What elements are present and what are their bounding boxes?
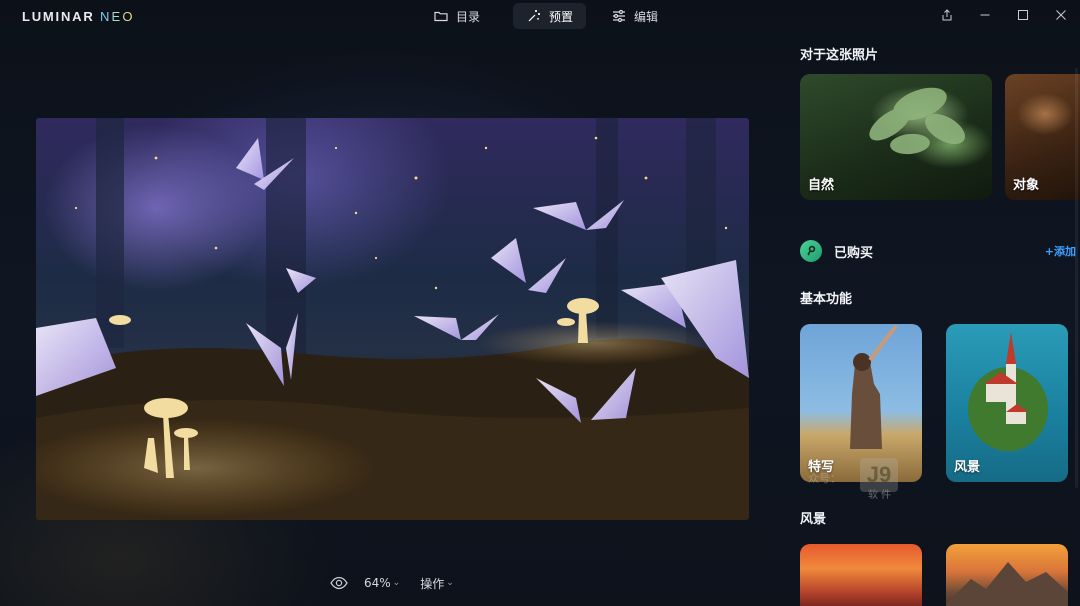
title-bar: LUMINAR NEO 目录 预置 编辑 — [0, 0, 1080, 32]
nav-edit[interactable]: 编辑 — [598, 3, 671, 29]
purchased-section: 已购买 +添加 — [800, 240, 1080, 262]
main-photo[interactable] — [36, 118, 749, 520]
maximize-button[interactable] — [1004, 0, 1042, 30]
window-controls — [928, 0, 1080, 30]
magic-wand-icon — [528, 10, 541, 22]
preset-card-sunset[interactable] — [800, 544, 922, 606]
mountain-artwork — [946, 562, 1068, 606]
preset-card-label: 对象 — [1013, 178, 1040, 193]
nav-catalog-label: 目录 — [456, 9, 481, 24]
nav-edit-label: 编辑 — [634, 9, 659, 24]
key-icon — [807, 245, 816, 256]
zoom-dropdown[interactable]: 64% ⌄ — [364, 576, 400, 590]
sliders-icon — [613, 9, 626, 23]
preset-card-nature[interactable]: 自然 — [800, 74, 992, 200]
chevron-down-icon: ⌄ — [392, 578, 401, 588]
watermark: 众号： J9 软件 — [808, 458, 918, 501]
actions-dropdown[interactable]: 操作 ⌄ — [420, 575, 454, 592]
preview-toggle[interactable] — [330, 576, 348, 590]
share-icon — [942, 9, 952, 21]
main-nav: 目录 预置 编辑 — [420, 3, 671, 29]
app-logo: LUMINAR NEO — [22, 9, 135, 24]
add-presets-link[interactable]: +添加 — [1045, 243, 1076, 259]
eye-icon — [330, 576, 348, 590]
purchased-badge — [800, 240, 822, 262]
preset-card-landscape[interactable]: 风景 — [946, 324, 1068, 482]
about-photo-title: 对于这张照片 — [800, 48, 879, 63]
photo-artwork — [36, 118, 749, 520]
zoom-value: 64% — [364, 576, 391, 590]
share-button[interactable] — [928, 0, 966, 30]
minimize-button[interactable] — [966, 0, 1004, 30]
viewer-toolbar: 64% ⌄ 操作 ⌄ — [330, 573, 454, 593]
nav-presets[interactable]: 预置 — [513, 3, 587, 29]
panel-scrollbar[interactable] — [1075, 68, 1078, 488]
basic-functions-title: 基本功能 — [800, 292, 853, 307]
preset-card-objects[interactable]: 对象 — [1005, 74, 1080, 200]
actions-label: 操作 — [420, 576, 445, 591]
close-button[interactable] — [1042, 0, 1080, 30]
folder-icon — [434, 11, 448, 22]
close-icon — [1056, 10, 1066, 20]
nav-catalog[interactable]: 目录 — [420, 3, 493, 29]
luminar-window: LUMINAR NEO 目录 预置 编辑 64% ⌄ 操作 ⌄ 对于这张照片 自… — [0, 0, 1080, 606]
watermark-text: 众号： — [808, 472, 841, 485]
maximize-icon — [1018, 10, 1028, 20]
minimize-icon — [980, 14, 990, 16]
nav-presets-label: 预置 — [549, 9, 574, 24]
landscape-section-title: 风景 — [800, 512, 827, 527]
watermark-subtext: 软件 — [868, 490, 894, 501]
chevron-down-icon: ⌄ — [446, 578, 454, 588]
preset-card-label: 自然 — [808, 178, 835, 193]
purchased-label: 已购买 — [834, 245, 874, 261]
preset-card-label: 风景 — [954, 460, 981, 475]
presets-panel: 对于这张照片 自然 对象 已购买 +添加 基本功能 特写 风景 风景 — [790, 32, 1080, 606]
preset-card-mountains[interactable] — [946, 544, 1068, 606]
